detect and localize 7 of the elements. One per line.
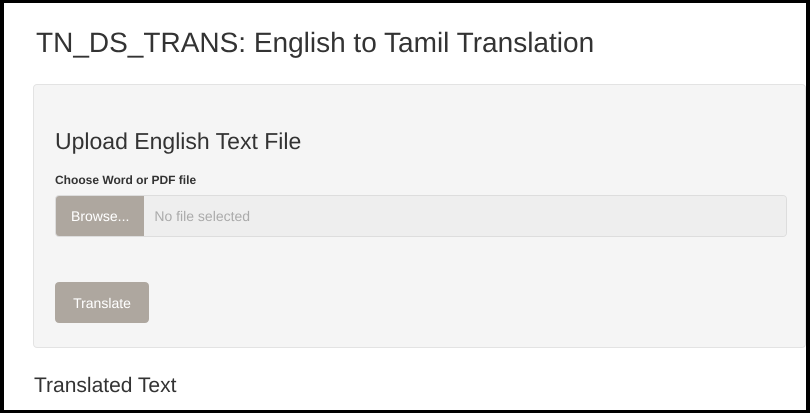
browse-button[interactable]: Browse...	[56, 196, 144, 236]
panel-heading: Upload English Text File	[55, 127, 302, 155]
page-title: TN_DS_TRANS: English to Tamil Translation	[36, 27, 596, 59]
section-heading: Translated Text	[34, 374, 178, 398]
field-label: Choose Word or PDF file	[55, 173, 198, 187]
translate-button[interactable]: Translate	[55, 282, 149, 323]
file-input-field[interactable]: Browse... No file selected	[55, 195, 787, 237]
